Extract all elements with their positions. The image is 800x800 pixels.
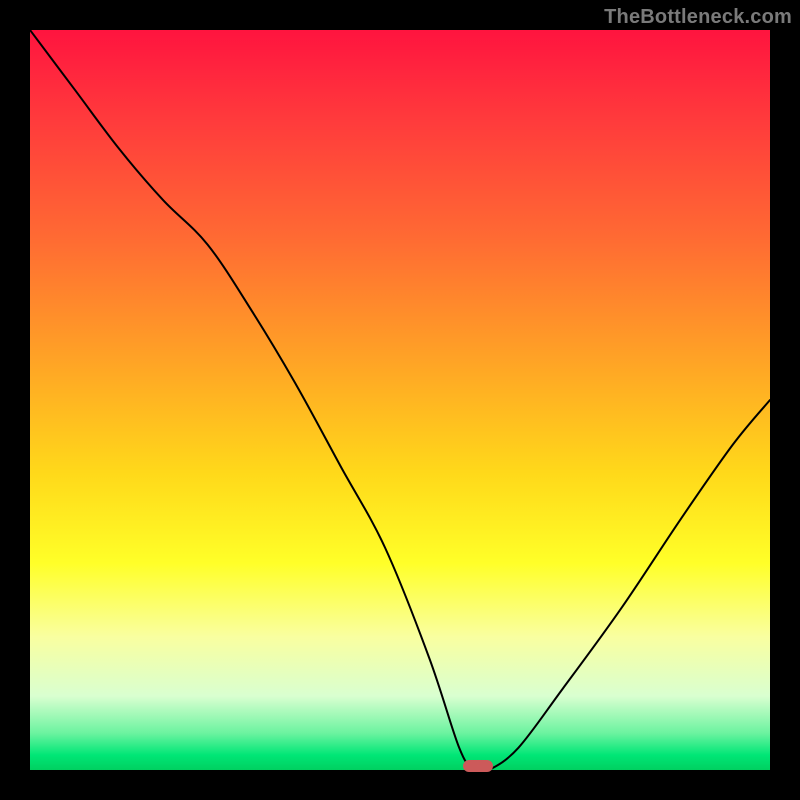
chart-frame: TheBottleneck.com — [0, 0, 800, 800]
optimum-marker — [463, 760, 493, 772]
bottleneck-curve — [30, 30, 770, 770]
attribution-text: TheBottleneck.com — [604, 6, 792, 29]
plot-area — [30, 30, 770, 770]
